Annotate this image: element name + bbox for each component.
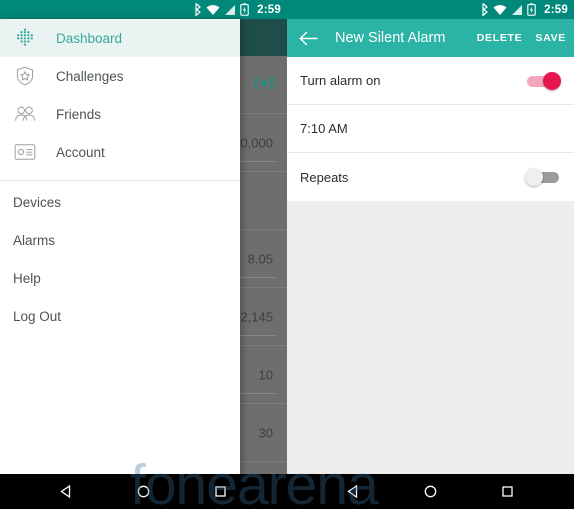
- sidebar-item-label: Friends: [56, 106, 102, 122]
- sidebar-item-label: Log Out: [13, 308, 62, 324]
- wifi-icon: [206, 4, 220, 15]
- sidebar-item-account[interactable]: Account: [0, 133, 240, 171]
- back-triangle-icon[interactable]: [54, 479, 80, 505]
- recents-square-icon[interactable]: [495, 479, 521, 505]
- row-repeats[interactable]: Repeats: [287, 153, 574, 201]
- shield-star-icon: [12, 63, 38, 89]
- wifi-icon: [493, 4, 507, 15]
- android-nav-bar-right[interactable]: [287, 474, 574, 509]
- save-button[interactable]: SAVE: [535, 32, 566, 44]
- arrow-left-icon[interactable]: [297, 27, 319, 49]
- dots-grid-icon: [12, 25, 38, 51]
- status-bar-clock: 2:59: [544, 3, 568, 16]
- sidebar-item-label: Help: [13, 270, 41, 286]
- signal-icon: [512, 4, 523, 15]
- delete-button[interactable]: DELETE: [477, 32, 523, 44]
- background-row-value: 2,145: [240, 309, 273, 324]
- status-bar-left: 2:59: [0, 0, 287, 19]
- sidebar-item-label: Dashboard: [56, 30, 123, 46]
- alarm-settings-content: Turn alarm on 7:10 AM Repeats: [287, 57, 574, 474]
- android-nav-bar-left[interactable]: [0, 474, 287, 509]
- row-label: Repeats: [300, 169, 349, 185]
- drawer-divider: [0, 180, 240, 181]
- background-row-value: 30: [258, 425, 273, 440]
- alarm-time-value: 7:10 AM: [300, 121, 348, 136]
- left-phone-screen: 2:59 ((●)) 10,000 8.05 2,145 10 30 Dashb…: [0, 0, 287, 509]
- battery-charging-icon: [240, 3, 249, 16]
- app-bar: New Silent Alarm DELETE SAVE: [287, 19, 574, 57]
- toggle-thumb: [543, 71, 561, 90]
- repeats-toggle[interactable]: [525, 167, 561, 187]
- sidebar-item-label: Devices: [13, 194, 62, 210]
- sidebar-item-dashboard[interactable]: Dashboard: [0, 19, 240, 57]
- back-triangle-icon[interactable]: [341, 479, 367, 505]
- row-label: Turn alarm on: [300, 73, 381, 88]
- toggle-thumb: [525, 168, 543, 186]
- sidebar-item-label: Challenges: [56, 68, 124, 84]
- home-circle-icon[interactable]: [418, 479, 444, 505]
- sidebar-item-label: Account: [56, 144, 105, 160]
- sidebar-item-log-out[interactable]: Log Out: [0, 297, 240, 335]
- status-bar-clock: 2:59: [257, 3, 281, 16]
- bluetooth-icon: [482, 3, 489, 16]
- row-alarm-time[interactable]: 7:10 AM: [287, 105, 574, 153]
- broadcast-icon: ((●)): [252, 74, 276, 90]
- sidebar-item-challenges[interactable]: Challenges: [0, 57, 240, 95]
- row-turn-alarm-on[interactable]: Turn alarm on: [287, 57, 574, 105]
- sidebar-item-friends[interactable]: Friends: [0, 95, 240, 133]
- background-row-value: 10: [258, 367, 273, 382]
- right-phone-screen: 2:59 New Silent Alarm DELETE SAVE Turn a…: [287, 0, 574, 509]
- home-circle-icon[interactable]: [131, 479, 157, 505]
- battery-charging-icon: [527, 3, 536, 16]
- recents-square-icon[interactable]: [208, 479, 234, 505]
- turn-alarm-on-toggle[interactable]: [525, 71, 561, 91]
- signal-icon: [225, 4, 236, 15]
- background-row-value: 8.05: [247, 251, 273, 266]
- page-title: New Silent Alarm: [335, 30, 446, 46]
- dual-screenshot: 2:59 ((●)) 10,000 8.05 2,145 10 30 Dashb…: [0, 0, 574, 509]
- settings-card: Turn alarm on 7:10 AM Repeats: [287, 57, 574, 201]
- sidebar-item-help[interactable]: Help: [0, 259, 240, 297]
- status-bar-right: 2:59: [287, 0, 574, 19]
- sidebar-item-alarms[interactable]: Alarms: [0, 221, 240, 259]
- id-card-icon: [12, 139, 38, 165]
- status-bar-icons: 2:59: [193, 3, 281, 16]
- sidebar-item-label: Alarms: [13, 232, 56, 248]
- navigation-drawer[interactable]: Dashboard Challenges Friends Account Dev…: [0, 19, 240, 474]
- bluetooth-icon: [195, 3, 202, 16]
- people-icon: [12, 101, 38, 127]
- status-bar-icons: 2:59: [480, 3, 568, 16]
- sidebar-item-devices[interactable]: Devices: [0, 183, 240, 221]
